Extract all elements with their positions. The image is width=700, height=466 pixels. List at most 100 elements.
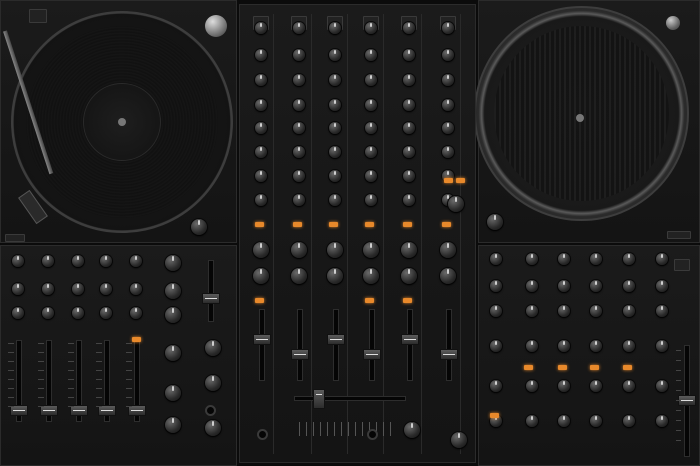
- fx-knob[interactable]: [656, 340, 668, 352]
- mixer-knob[interactable]: [403, 49, 415, 61]
- mixer-knob[interactable]: [329, 74, 341, 86]
- mixer-knob[interactable]: [329, 194, 341, 206]
- mixer-knob[interactable]: [329, 146, 341, 158]
- fx-param-knob[interactable]: [165, 385, 181, 401]
- left-pitch-knob[interactable]: [191, 219, 207, 235]
- mixer-knob[interactable]: [255, 99, 267, 111]
- fx-knob[interactable]: [558, 280, 570, 292]
- mixer-gain-knob[interactable]: [291, 242, 307, 258]
- mixer-knob[interactable]: [442, 74, 454, 86]
- right-pitch-knob[interactable]: [487, 214, 503, 230]
- fx-param-knob[interactable]: [165, 345, 181, 361]
- fx-return-jack[interactable]: [205, 405, 216, 416]
- fx-knob[interactable]: [656, 415, 668, 427]
- mixer-gain-knob[interactable]: [440, 242, 456, 258]
- fx-knob[interactable]: [623, 305, 635, 317]
- fx-knob[interactable]: [72, 307, 84, 319]
- fx-knob[interactable]: [590, 340, 602, 352]
- channel-fader[interactable]: [291, 349, 309, 360]
- fx-knob[interactable]: [656, 305, 668, 317]
- mixer-knob[interactable]: [403, 74, 415, 86]
- fx-param-knob[interactable]: [165, 417, 181, 433]
- fx-knob[interactable]: [526, 380, 538, 392]
- right-start-knob[interactable]: [666, 16, 680, 30]
- mixer-knob[interactable]: [293, 99, 305, 111]
- mixer-knob[interactable]: [365, 146, 377, 158]
- mixer-knob[interactable]: [403, 99, 415, 111]
- right-deck-button[interactable]: [667, 231, 691, 239]
- mixer-knob[interactable]: [293, 74, 305, 86]
- fx-knob[interactable]: [130, 255, 142, 267]
- mixer-knob[interactable]: [403, 194, 415, 206]
- mixer-knob[interactable]: [293, 49, 305, 61]
- mixer-gain-knob[interactable]: [440, 268, 456, 284]
- mixer-gain-knob[interactable]: [363, 242, 379, 258]
- mixer-gain-knob[interactable]: [363, 268, 379, 284]
- fx-knob[interactable]: [130, 283, 142, 295]
- mixer-knob[interactable]: [293, 146, 305, 158]
- fx-knob[interactable]: [526, 280, 538, 292]
- fx-param-knob[interactable]: [205, 340, 221, 356]
- mixer-knob[interactable]: [293, 170, 305, 182]
- mixer-knob[interactable]: [365, 22, 377, 34]
- mixer-knob[interactable]: [365, 170, 377, 182]
- channel-fader[interactable]: [440, 349, 458, 360]
- fx-knob[interactable]: [623, 340, 635, 352]
- mixer-knob[interactable]: [403, 22, 415, 34]
- left-start-knob[interactable]: [205, 15, 227, 37]
- mixer-gain-knob[interactable]: [327, 242, 343, 258]
- mixer-knob[interactable]: [365, 194, 377, 206]
- mixer-knob[interactable]: [329, 22, 341, 34]
- fx-knob[interactable]: [100, 307, 112, 319]
- fx-knob[interactable]: [623, 380, 635, 392]
- headphone-jack[interactable]: [367, 429, 378, 440]
- fx-knob[interactable]: [490, 380, 502, 392]
- fx-knob[interactable]: [558, 340, 570, 352]
- channel-fader[interactable]: [327, 334, 345, 345]
- mixer-knob[interactable]: [329, 122, 341, 134]
- fx-knob[interactable]: [490, 253, 502, 265]
- fx-param-knob[interactable]: [165, 307, 181, 323]
- fx-knob[interactable]: [490, 305, 502, 317]
- fx-param-knob[interactable]: [165, 283, 181, 299]
- fx-knob[interactable]: [590, 380, 602, 392]
- channel-fader[interactable]: [253, 334, 271, 345]
- fx-knob[interactable]: [526, 415, 538, 427]
- fx-knob[interactable]: [558, 380, 570, 392]
- fx-knob[interactable]: [590, 280, 602, 292]
- channel-fader[interactable]: [401, 334, 419, 345]
- mixer-knob[interactable]: [365, 49, 377, 61]
- fx-knob[interactable]: [130, 307, 142, 319]
- fx-knob[interactable]: [590, 305, 602, 317]
- booth-knob[interactable]: [451, 432, 467, 448]
- mixer-knob[interactable]: [255, 146, 267, 158]
- mixer-gain-knob[interactable]: [401, 242, 417, 258]
- master-knob[interactable]: [404, 422, 420, 438]
- fx-knob[interactable]: [100, 255, 112, 267]
- fx-knob[interactable]: [656, 280, 668, 292]
- fx-master-fader[interactable]: [202, 293, 220, 304]
- fx-knob[interactable]: [42, 283, 54, 295]
- fx-knob[interactable]: [490, 280, 502, 292]
- fx-knob[interactable]: [590, 253, 602, 265]
- mixer-gain-knob[interactable]: [327, 268, 343, 284]
- fx-knob[interactable]: [42, 307, 54, 319]
- mixer-knob[interactable]: [255, 49, 267, 61]
- left-deck-power-button[interactable]: [29, 9, 47, 23]
- fx-knob[interactable]: [623, 280, 635, 292]
- mixer-knob[interactable]: [329, 170, 341, 182]
- fx-knob[interactable]: [526, 340, 538, 352]
- fx-knob[interactable]: [558, 415, 570, 427]
- mixer-knob[interactable]: [442, 99, 454, 111]
- fx-knob[interactable]: [490, 340, 502, 352]
- mixer-knob[interactable]: [403, 146, 415, 158]
- mixer-knob[interactable]: [255, 194, 267, 206]
- fx-toggle-button[interactable]: [674, 259, 690, 271]
- fx-knob[interactable]: [42, 255, 54, 267]
- crossfader[interactable]: [313, 389, 325, 409]
- fx-knob[interactable]: [656, 380, 668, 392]
- fx-knob[interactable]: [526, 253, 538, 265]
- mixer-knob[interactable]: [329, 99, 341, 111]
- fx-knob[interactable]: [558, 253, 570, 265]
- fx-knob[interactable]: [558, 305, 570, 317]
